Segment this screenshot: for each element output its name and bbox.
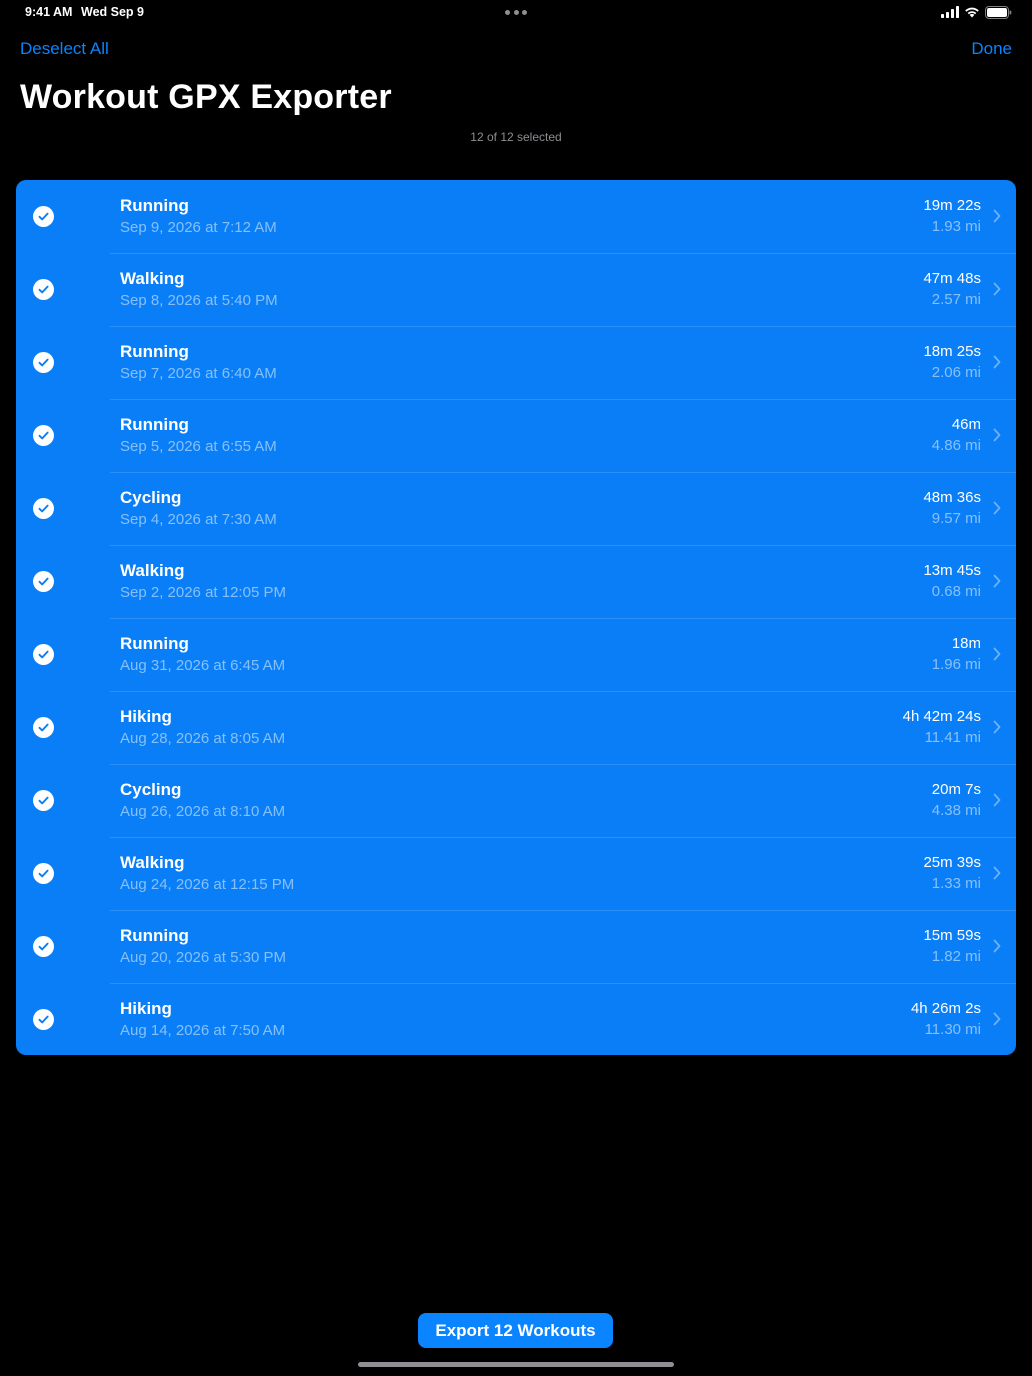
workout-duration: 47m 48s <box>923 270 981 287</box>
workout-duration: 48m 36s <box>923 489 981 506</box>
workout-row[interactable]: Hiking Aug 28, 2026 at 8:05 AM 4h 42m 24… <box>16 691 1016 764</box>
home-indicator[interactable] <box>358 1362 674 1367</box>
workout-distance: 4.86 mi <box>931 437 981 454</box>
workout-date: Sep 2, 2026 at 12:05 PM <box>120 584 286 601</box>
checkmark-circle-icon[interactable] <box>33 717 54 738</box>
cellular-signal-icon <box>941 6 959 18</box>
status-indicators <box>941 5 1012 19</box>
checkmark-circle-icon[interactable] <box>33 863 54 884</box>
workout-list: Running Sep 9, 2026 at 7:12 AM 19m 22s 1… <box>16 180 1016 1055</box>
chevron-right-icon <box>993 720 1001 734</box>
status-date: Wed Sep 9 <box>81 5 144 19</box>
chevron-right-icon <box>993 355 1001 369</box>
deselect-all-button[interactable]: Deselect All <box>20 39 109 59</box>
workout-date: Aug 31, 2026 at 6:45 AM <box>120 657 286 674</box>
workout-duration: 18m 25s <box>923 343 981 360</box>
workout-duration: 15m 59s <box>923 927 981 944</box>
workout-type: Running <box>120 634 189 653</box>
workout-type: Running <box>120 196 189 215</box>
done-button[interactable]: Done <box>971 39 1012 59</box>
chevron-right-icon <box>993 866 1001 880</box>
workout-row[interactable]: Running Sep 9, 2026 at 7:12 AM 19m 22s 1… <box>16 180 1016 253</box>
workout-date: Sep 5, 2026 at 6:55 AM <box>120 438 277 455</box>
workout-duration: 18m <box>951 635 981 652</box>
selection-count: 12 of 12 selected <box>470 130 562 144</box>
workout-distance: 11.41 mi <box>924 729 981 746</box>
wifi-icon <box>965 7 979 18</box>
chevron-right-icon <box>993 209 1001 223</box>
workout-distance: 2.06 mi <box>931 364 981 381</box>
page-title: Workout GPX Exporter <box>20 78 392 116</box>
chevron-right-icon <box>993 647 1001 661</box>
workout-distance: 0.68 mi <box>931 583 981 600</box>
workout-date: Sep 8, 2026 at 5:40 PM <box>120 292 278 309</box>
checkmark-circle-icon[interactable] <box>33 206 54 227</box>
workout-date: Sep 7, 2026 at 6:40 AM <box>120 365 277 382</box>
checkmark-circle-icon[interactable] <box>33 498 54 519</box>
workout-distance: 1.93 mi <box>931 218 981 235</box>
workout-date: Aug 26, 2026 at 8:10 AM <box>120 803 286 820</box>
workout-row[interactable]: Running Sep 7, 2026 at 6:40 AM 18m 25s 2… <box>16 326 1016 399</box>
workout-date: Aug 14, 2026 at 7:50 AM <box>120 1022 286 1039</box>
workout-distance: 9.57 mi <box>931 510 981 527</box>
workout-date: Sep 9, 2026 at 7:12 AM <box>120 219 277 236</box>
workout-date: Aug 20, 2026 at 5:30 PM <box>120 949 286 966</box>
checkmark-circle-icon[interactable] <box>33 279 54 300</box>
workout-type: Running <box>120 415 189 434</box>
chevron-right-icon <box>993 501 1001 515</box>
chevron-right-icon <box>993 282 1001 296</box>
checkmark-circle-icon[interactable] <box>33 571 54 592</box>
multitasking-menu-icon[interactable] <box>505 10 527 15</box>
workout-row[interactable]: Running Sep 5, 2026 at 6:55 AM 46m 4.86 … <box>16 399 1016 472</box>
workout-row[interactable]: Cycling Sep 4, 2026 at 7:30 AM 48m 36s 9… <box>16 472 1016 545</box>
workout-row[interactable]: Walking Sep 8, 2026 at 5:40 PM 47m 48s 2… <box>16 253 1016 326</box>
workout-duration: 46m <box>951 416 981 433</box>
status-time: 9:41 AM <box>25 5 73 19</box>
workout-distance: 11.30 mi <box>924 1021 981 1038</box>
workout-distance: 4.38 mi <box>931 802 981 819</box>
chevron-right-icon <box>993 939 1001 953</box>
battery-icon <box>985 5 1012 19</box>
checkmark-circle-icon[interactable] <box>33 425 54 446</box>
workout-distance: 2.57 mi <box>931 291 981 308</box>
workout-type: Walking <box>120 561 185 580</box>
chevron-right-icon <box>993 793 1001 807</box>
workout-row[interactable]: Cycling Aug 26, 2026 at 8:10 AM 20m 7s 4… <box>16 764 1016 837</box>
checkmark-circle-icon[interactable] <box>33 1009 54 1030</box>
workout-duration: 20m 7s <box>931 781 981 798</box>
workout-type: Hiking <box>120 999 172 1018</box>
workout-duration: 25m 39s <box>923 854 981 871</box>
chevron-right-icon <box>993 574 1001 588</box>
checkmark-circle-icon[interactable] <box>33 936 54 957</box>
workout-distance: 1.96 mi <box>931 656 981 673</box>
status-bar: 9:41 AM Wed Sep 9 <box>0 0 1032 24</box>
workout-row[interactable]: Running Aug 31, 2026 at 6:45 AM 18m 1.96… <box>16 618 1016 691</box>
workout-type: Walking <box>120 853 185 872</box>
workout-row[interactable]: Walking Aug 24, 2026 at 12:15 PM 25m 39s… <box>16 837 1016 910</box>
workout-distance: 1.33 mi <box>931 875 981 892</box>
workout-row[interactable]: Hiking Aug 14, 2026 at 7:50 AM 4h 26m 2s… <box>16 983 1016 1055</box>
workout-date: Aug 24, 2026 at 12:15 PM <box>120 876 295 893</box>
workout-row[interactable]: Running Aug 20, 2026 at 5:30 PM 15m 59s … <box>16 910 1016 983</box>
workout-type: Cycling <box>120 780 182 799</box>
checkmark-circle-icon[interactable] <box>33 790 54 811</box>
workout-duration: 4h 26m 2s <box>910 1000 981 1017</box>
workout-type: Running <box>120 342 189 361</box>
workout-date: Aug 28, 2026 at 8:05 AM <box>120 730 286 747</box>
workout-type: Walking <box>120 269 185 288</box>
workout-type: Cycling <box>120 488 182 507</box>
workout-row[interactable]: Walking Sep 2, 2026 at 12:05 PM 13m 45s … <box>16 545 1016 618</box>
workout-duration: 4h 42m 24s <box>902 708 981 725</box>
workout-type: Running <box>120 926 189 945</box>
export-workouts-button[interactable]: Export 12 Workouts <box>418 1313 613 1348</box>
chevron-right-icon <box>993 428 1001 442</box>
workout-date: Sep 4, 2026 at 7:30 AM <box>120 511 277 528</box>
chevron-right-icon <box>993 1012 1001 1026</box>
checkmark-circle-icon[interactable] <box>33 644 54 665</box>
workout-type: Hiking <box>120 707 172 726</box>
workout-duration: 13m 45s <box>923 562 981 579</box>
workout-duration: 19m 22s <box>923 197 981 214</box>
checkmark-circle-icon[interactable] <box>33 352 54 373</box>
workout-distance: 1.82 mi <box>931 948 981 965</box>
